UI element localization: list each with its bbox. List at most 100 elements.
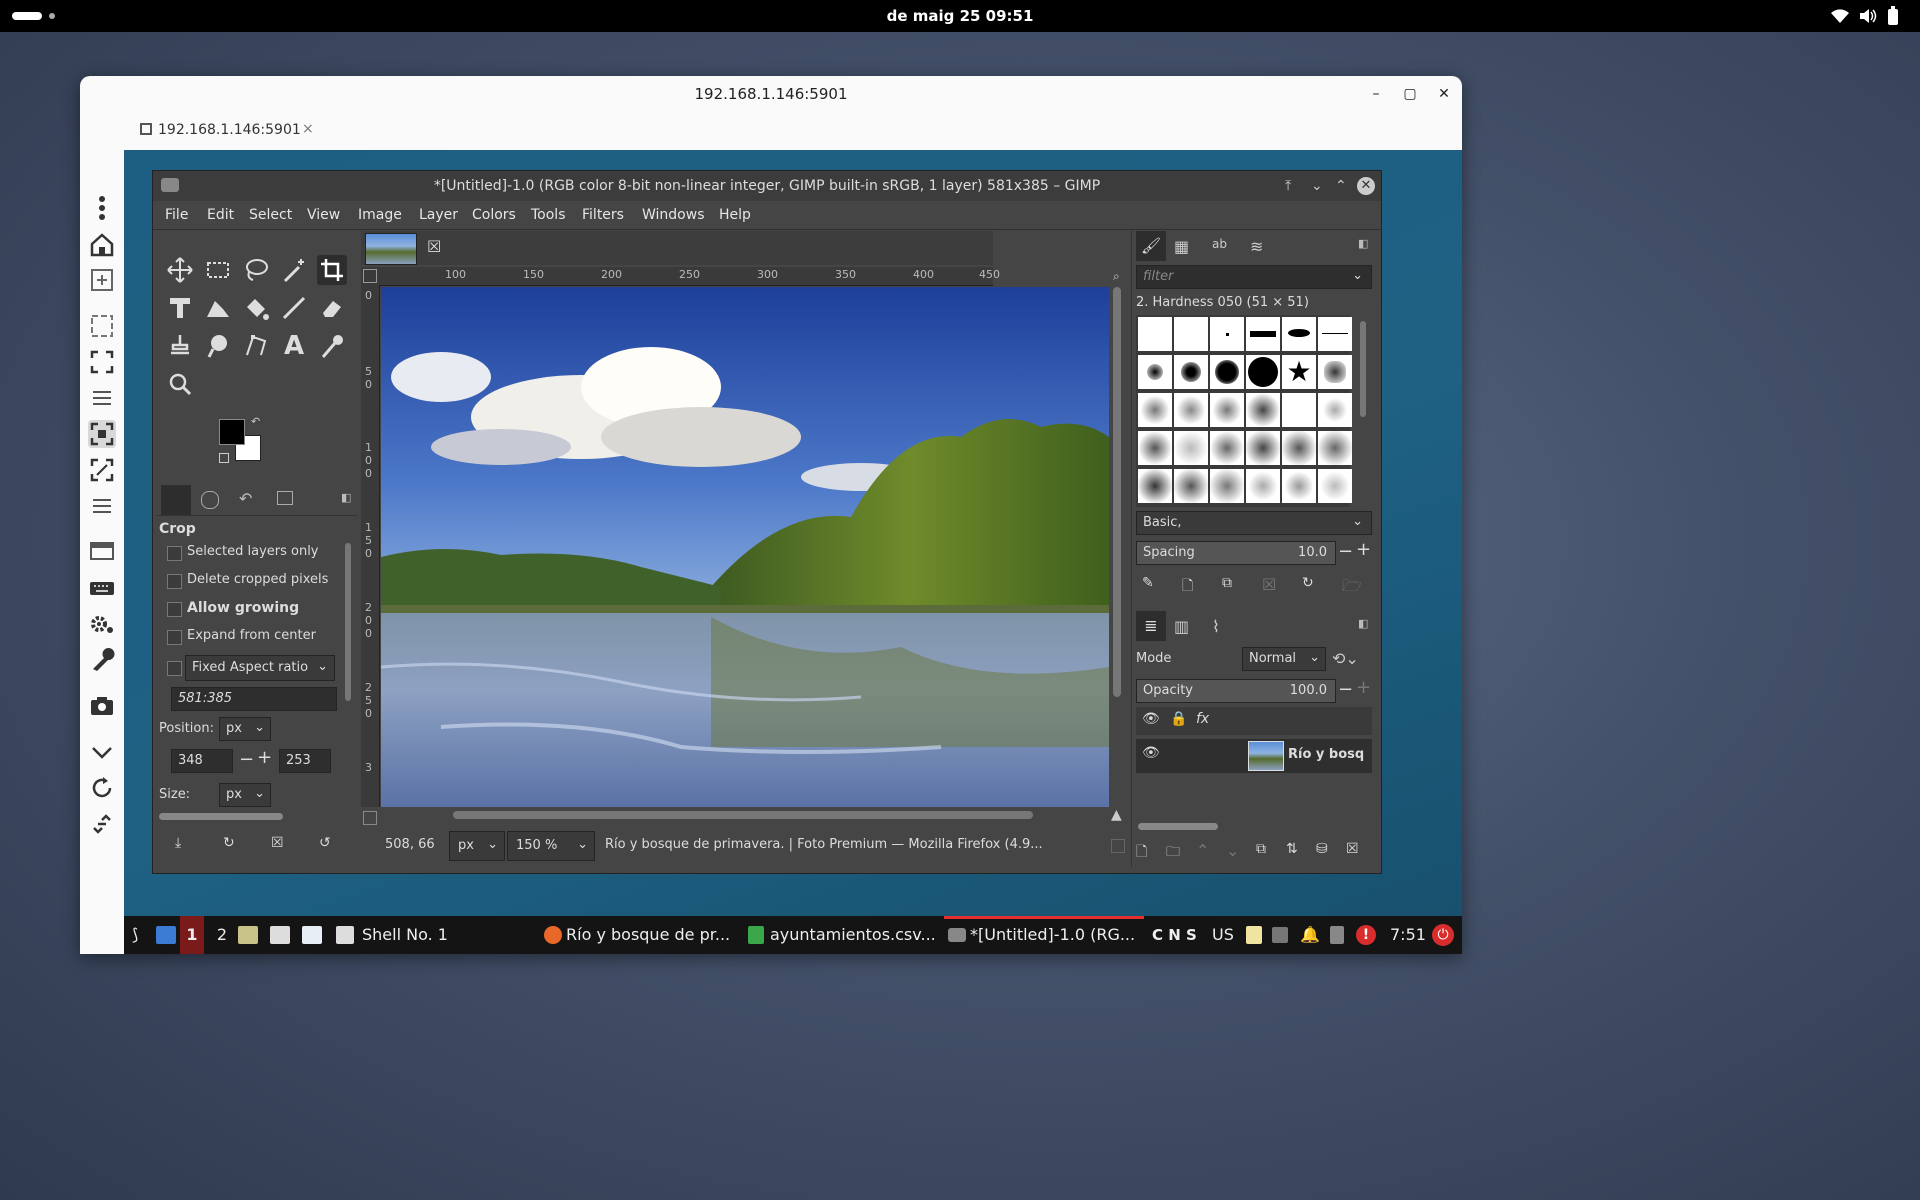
- brush-item[interactable]: [1210, 431, 1244, 465]
- brush-item[interactable]: ★: [1282, 355, 1316, 389]
- visibility-header-icon[interactable]: 👁: [1142, 711, 1160, 727]
- clock[interactable]: de maig 25 09:51: [0, 0, 1920, 32]
- open-brush-icon[interactable]: 🗁: [1342, 575, 1362, 602]
- checkbox[interactable]: [167, 602, 182, 617]
- eraser-tool-icon[interactable]: [317, 293, 347, 323]
- workspace-1[interactable]: 1: [180, 916, 204, 954]
- brush-item[interactable]: [1138, 355, 1172, 389]
- menu-image[interactable]: Image: [358, 201, 402, 229]
- menu-tools[interactable]: Tools: [531, 201, 566, 229]
- brush-item[interactable]: [1174, 317, 1208, 351]
- brush-item[interactable]: [1138, 393, 1172, 427]
- smudge-tool-icon[interactable]: [203, 331, 233, 361]
- fullscreen-icon[interactable]: [88, 348, 116, 376]
- clone-tool-icon[interactable]: [165, 331, 195, 361]
- gimp-task[interactable]: *[Untitled]-1.0 (RG...: [970, 916, 1135, 954]
- tab-close-icon[interactable]: ×: [302, 121, 314, 137]
- close-icon[interactable]: ✕: [1357, 177, 1375, 195]
- paths-tool-icon[interactable]: [241, 331, 271, 361]
- brush-item[interactable]: [1318, 393, 1352, 427]
- taskbar-clock[interactable]: 7:51: [1390, 916, 1426, 954]
- device-status-tab-icon[interactable]: [201, 491, 219, 509]
- menu-dots-icon[interactable]: [88, 194, 116, 222]
- opacity-increment-button[interactable]: +: [1356, 677, 1371, 698]
- fonts-tab-icon[interactable]: ab: [1212, 237, 1227, 251]
- wifi-icon[interactable]: [1830, 7, 1850, 25]
- raise-layer-icon[interactable]: ⌃: [1196, 841, 1209, 860]
- resize-icon[interactable]: [88, 456, 116, 484]
- refresh-icon[interactable]: [88, 774, 116, 802]
- firefox-task[interactable]: Río y bosque de pr...: [566, 916, 730, 954]
- desktop-icon[interactable]: [156, 926, 176, 944]
- layer-row[interactable]: 👁 Río y bosq: [1136, 739, 1372, 773]
- increment-button[interactable]: +: [257, 747, 272, 768]
- chevron-down-icon[interactable]: [88, 738, 116, 766]
- volume-icon[interactable]: [1858, 7, 1878, 25]
- brush-item[interactable]: [1246, 317, 1280, 351]
- brush-item[interactable]: [1174, 393, 1208, 427]
- layers-hscrollbar[interactable]: [1138, 823, 1218, 830]
- duplicate-layer-icon[interactable]: ⧉: [1256, 841, 1266, 857]
- brush-item[interactable]: [1282, 393, 1316, 427]
- menu-layer[interactable]: Layer: [419, 201, 458, 229]
- decrement-button[interactable]: −: [239, 749, 254, 770]
- alert-icon[interactable]: !: [1356, 925, 1376, 945]
- checkbox[interactable]: [167, 630, 182, 645]
- list-icon[interactable]: [88, 384, 116, 412]
- bell-icon[interactable]: 🔔: [1300, 916, 1320, 954]
- workspace-2[interactable]: 2: [210, 916, 234, 954]
- dock-menu-icon[interactable]: ◧: [1358, 237, 1368, 250]
- menu-icon[interactable]: ⟆: [132, 916, 138, 954]
- lasso-tool-icon[interactable]: [241, 255, 271, 285]
- document-history-tab-icon[interactable]: ≋: [1250, 237, 1263, 256]
- spacing-decrement-button[interactable]: −: [1338, 541, 1353, 562]
- brush-item[interactable]: [1318, 469, 1352, 503]
- warp-tool-icon[interactable]: [203, 293, 233, 323]
- position-unit-select[interactable]: px ⌄: [219, 717, 271, 741]
- option-allow-growing[interactable]: Allow growing: [167, 599, 347, 619]
- horizontal-scrollbar[interactable]: [453, 811, 1033, 819]
- bucket-fill-tool-icon[interactable]: [241, 293, 271, 323]
- undo-history-tab-icon[interactable]: ↶: [239, 489, 252, 508]
- move-tool-icon[interactable]: [165, 255, 195, 285]
- brush-item[interactable]: [1210, 317, 1244, 351]
- clipboard-icon[interactable]: [1246, 926, 1262, 944]
- brush-item[interactable]: [1282, 317, 1316, 351]
- zoom-tool-icon[interactable]: [165, 369, 195, 399]
- transform-tool-icon[interactable]: [165, 293, 195, 323]
- minimize-button[interactable]: –: [1366, 84, 1386, 104]
- shade-up-icon[interactable]: ⤒: [1285, 171, 1291, 201]
- layers-menu-icon[interactable]: ◧: [1358, 617, 1368, 630]
- restore-preset-icon[interactable]: ↻: [223, 835, 235, 851]
- position-y-input[interactable]: 253: [279, 749, 331, 773]
- brush-item[interactable]: [1138, 469, 1172, 503]
- brush-item[interactable]: [1282, 431, 1316, 465]
- images-tab-icon[interactable]: [277, 491, 293, 505]
- disconnect-icon[interactable]: [88, 810, 116, 838]
- brush-item[interactable]: [1246, 431, 1280, 465]
- fit-icon[interactable]: [88, 312, 116, 340]
- brush-item[interactable]: [1246, 469, 1280, 503]
- patterns-tab-icon[interactable]: ▦: [1174, 237, 1189, 256]
- vertical-scrollbar[interactable]: [1113, 287, 1121, 697]
- battery-icon[interactable]: [1887, 6, 1899, 26]
- option-delete-cropped[interactable]: Delete cropped pixels: [167, 571, 347, 591]
- brush-item[interactable]: [1210, 469, 1244, 503]
- menu-file[interactable]: File: [165, 201, 188, 229]
- option-fixed[interactable]: Fixed Aspect ratio ⌄: [167, 655, 347, 681]
- calc-task[interactable]: ayuntamientos.csv...: [770, 916, 936, 954]
- applet-icon[interactable]: [1330, 926, 1344, 944]
- scale-icon[interactable]: [88, 420, 116, 448]
- option-selected-layers[interactable]: Selected layers only: [167, 543, 347, 563]
- power-icon[interactable]: ⏻: [1432, 924, 1454, 946]
- delete-layer-icon[interactable]: ☒: [1346, 841, 1359, 857]
- terminal-icon[interactable]: [270, 926, 290, 944]
- paintbrush-tool-icon[interactable]: [279, 293, 309, 323]
- menu-windows[interactable]: Windows: [642, 201, 705, 229]
- ruler-corner-icon[interactable]: [363, 269, 377, 283]
- brush-item[interactable]: [1318, 355, 1352, 389]
- maximize-icon[interactable]: ⌃: [1335, 171, 1347, 201]
- checkbox[interactable]: [167, 574, 182, 589]
- brush-item[interactable]: [1282, 469, 1316, 503]
- brush-grid-scrollbar[interactable]: [1360, 321, 1366, 417]
